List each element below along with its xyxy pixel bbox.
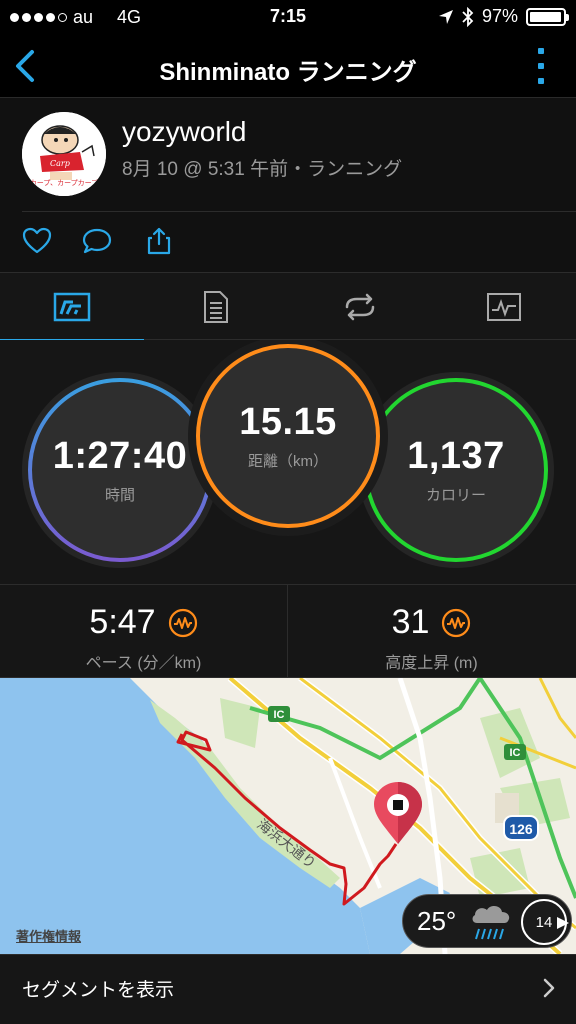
interchange-badge: IC bbox=[510, 747, 521, 759]
calories-label: カロリー bbox=[425, 487, 486, 504]
segments-label: セグメントを表示 bbox=[22, 980, 175, 1001]
calories-stat: 1,137 カロリー bbox=[366, 380, 546, 560]
avatar[interactable]: Carp カープ、カープカープ bbox=[22, 112, 106, 196]
status-bar: au 4G 7:15 97% bbox=[0, 0, 576, 36]
laps-loop-icon bbox=[345, 293, 375, 321]
elevation-value: 31 bbox=[391, 603, 430, 641]
elevation-metric[interactable]: 31 高度上昇 (m) bbox=[288, 585, 575, 679]
battery-icon bbox=[526, 7, 569, 26]
interchange-badge: IC bbox=[274, 709, 285, 721]
metrics-row: 5:47 ペース (分／km) 31 高度上昇 (m) bbox=[0, 584, 576, 679]
time-stat: 1:27:40 時間 bbox=[30, 380, 210, 560]
details-list-icon bbox=[204, 291, 228, 323]
comment-icon[interactable] bbox=[82, 226, 112, 256]
wind-speed-value: 14 bbox=[535, 913, 553, 931]
graph-icon bbox=[487, 293, 521, 321]
elevation-chart-icon bbox=[442, 608, 471, 637]
tab-summary[interactable] bbox=[0, 273, 144, 342]
summary-chart-icon bbox=[53, 292, 91, 322]
navigation-bar: Shinminato ランニング bbox=[0, 36, 576, 98]
status-right: 97% bbox=[438, 6, 569, 27]
activity-meta: 8月 10 @ 5:31 午前・ランニング bbox=[122, 159, 403, 180]
heart-icon[interactable] bbox=[22, 226, 52, 256]
tab-graphs[interactable] bbox=[432, 273, 576, 341]
stats-panel: 1:27:40 時間 15.15 距離（km） 1,137 カロリー bbox=[0, 340, 576, 584]
temperature-value: 25° bbox=[417, 906, 457, 936]
activity-tabs bbox=[0, 272, 576, 342]
page-title: Shinminato ランニング bbox=[159, 59, 417, 86]
location-arrow-icon bbox=[438, 9, 453, 24]
pace-metric[interactable]: 5:47 ペース (分／km) bbox=[0, 585, 287, 679]
distance-value: 15.15 bbox=[239, 401, 337, 443]
social-actions bbox=[0, 212, 576, 272]
activity-header: Carp カープ、カープカープ yozyworld 8月 10 @ 5:31 午… bbox=[0, 98, 576, 212]
avatar-caption: カープ、カープカープ bbox=[29, 180, 99, 187]
elevation-label: 高度上昇 (m) bbox=[385, 655, 478, 672]
view-segments-row[interactable]: セグメントを表示 bbox=[0, 954, 576, 1024]
wind-direction-icon bbox=[557, 917, 569, 929]
route-map[interactable]: IC IC 126 海浜大通り 著作権情報 25° 14 bbox=[0, 678, 576, 954]
route-number-badge: 126 bbox=[509, 821, 533, 837]
username[interactable]: yozyworld bbox=[122, 116, 246, 148]
distance-stat: 15.15 距離（km） bbox=[198, 346, 378, 526]
svg-text:Carp: Carp bbox=[50, 159, 70, 168]
chevron-right-icon bbox=[543, 978, 555, 998]
pace-label: ペース (分／km) bbox=[85, 655, 202, 672]
distance-label: 距離（km） bbox=[248, 453, 328, 470]
tab-details[interactable] bbox=[144, 273, 288, 341]
time-label: 時間 bbox=[104, 487, 135, 504]
pace-chart-icon bbox=[168, 608, 197, 637]
copyright-link[interactable]: 著作権情報 bbox=[16, 926, 81, 945]
tab-laps[interactable] bbox=[288, 273, 432, 341]
battery-percent: 97% bbox=[481, 6, 518, 26]
pace-value: 5:47 bbox=[89, 603, 156, 641]
share-icon[interactable] bbox=[144, 226, 174, 256]
time-value: 1:27:40 bbox=[52, 435, 188, 477]
bluetooth-icon bbox=[462, 6, 474, 27]
weather-badge[interactable]: 25° 14 bbox=[402, 894, 572, 948]
rain-cloud-icon bbox=[472, 906, 510, 940]
more-options-icon[interactable] bbox=[536, 48, 546, 84]
calories-value: 1,137 bbox=[407, 435, 505, 477]
